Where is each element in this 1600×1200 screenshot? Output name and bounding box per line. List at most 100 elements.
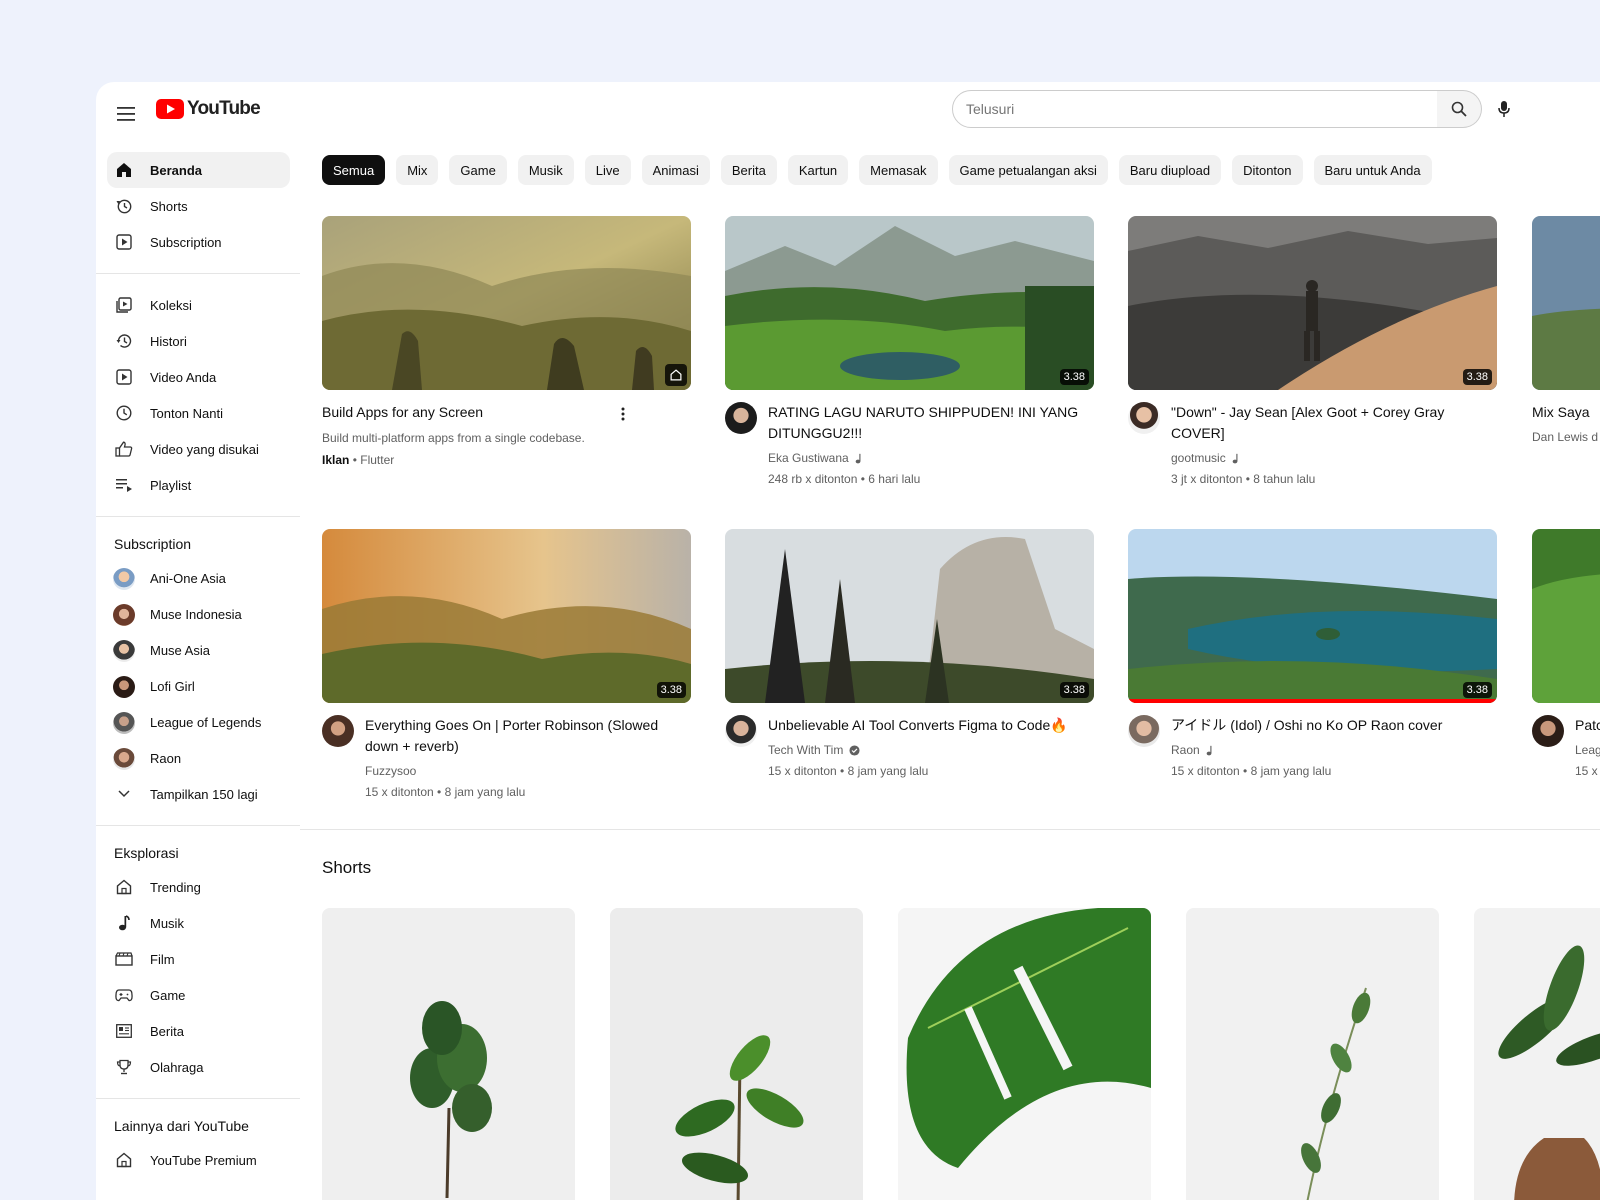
video-thumbnail[interactable] [1532, 216, 1600, 390]
sidebar-divider [96, 273, 300, 274]
video-thumbnail[interactable]: 3.38 [725, 216, 1094, 390]
more-options-icon[interactable] [613, 404, 633, 424]
youtube-logo[interactable]: YouTube [156, 98, 261, 120]
chip-berita[interactable]: Berita [720, 155, 777, 185]
video-title[interactable]: アイドル (Idol) / Oshi no Ko OP Raon cover [1171, 715, 1497, 736]
video-card: 3.38 RATING LAGU NARUTO SHIPPUDEN! INI Y… [725, 216, 1094, 486]
search-input[interactable] [966, 101, 1437, 117]
channel-name[interactable]: Leag [1575, 743, 1600, 757]
channel-avatar[interactable] [1128, 402, 1160, 434]
channel-name-row[interactable]: Raon [1171, 743, 1497, 757]
video-thumbnail[interactable] [322, 216, 691, 390]
sidebar-item-channel[interactable]: Lofi Girl [107, 668, 290, 704]
sidebar-item-subscription[interactable]: Subscription [107, 224, 290, 260]
sidebar-item-game[interactable]: Game [107, 977, 290, 1013]
ad-sponsor-line: Iklan • Flutter [322, 453, 395, 467]
channel-name: Raon [1171, 743, 1200, 757]
sidebar-item-playlist[interactable]: Playlist [107, 467, 290, 503]
channel-name-row[interactable]: Tech With Tim [768, 743, 1094, 757]
video-title[interactable]: Everything Goes On | Porter Robinson (Sl… [365, 715, 691, 757]
chip-animasi[interactable]: Animasi [641, 155, 710, 185]
short-card[interactable] [1474, 908, 1600, 1200]
sidebar-item-channel[interactable]: Muse Indonesia [107, 596, 290, 632]
chip-game[interactable]: Game [449, 155, 507, 185]
channel-avatar[interactable] [725, 715, 757, 747]
chip-mix[interactable]: Mix [396, 155, 439, 185]
avatar [113, 676, 135, 698]
video-card: 3.38 Unbelievable AI Tool Converts Figma… [725, 529, 1094, 778]
video-title[interactable]: Unbelievable AI Tool Converts Figma to C… [768, 715, 1094, 736]
sidebar-item-tonton-nanti[interactable]: Tonton Nanti [107, 395, 290, 431]
sidebar-item-beranda[interactable]: Beranda [107, 152, 290, 188]
channel-name[interactable]: Dan Lewis d [1532, 430, 1600, 444]
chip-musik[interactable]: Musik [517, 155, 574, 185]
sidebar-item-channel[interactable]: Raon [107, 740, 290, 776]
filter-chips-bar: Semua Mix Game Musik Live Animasi Berita… [322, 155, 1432, 185]
sidebar-divider [96, 516, 300, 517]
video-thumbnail[interactable]: 3.38 [1128, 529, 1497, 703]
library-icon [114, 295, 134, 315]
gamepad-icon [114, 985, 134, 1005]
subscription-section-title: Subscription [114, 536, 192, 552]
sidebar-item-koleksi[interactable]: Koleksi [107, 287, 290, 323]
search-button[interactable] [1437, 90, 1482, 128]
channel-name[interactable]: Fuzzysoo [365, 764, 691, 778]
short-card[interactable] [898, 908, 1151, 1200]
sidebar-item-shorts[interactable]: Shorts [107, 188, 290, 224]
sidebar-item-olahraga[interactable]: Olahraga [107, 1049, 290, 1085]
video-title[interactable]: Patc [1575, 715, 1600, 736]
voice-search-button[interactable] [1488, 93, 1520, 125]
video-title[interactable]: "Down" - Jay Sean [Alex Goot + Corey Gra… [1171, 402, 1497, 444]
trophy-icon [114, 1057, 134, 1077]
avatar [113, 568, 135, 590]
short-card[interactable] [322, 908, 575, 1200]
ad-home-icon [665, 364, 687, 386]
video-title[interactable]: Build Apps for any Screen [322, 402, 691, 423]
sidebar-item-label: YouTube Premium [150, 1152, 257, 1168]
chip-baru-untuk-anda[interactable]: Baru untuk Anda [1313, 155, 1432, 185]
sidebar-item-channel[interactable]: League of Legends [107, 704, 290, 740]
video-title[interactable]: Mix Saya [1532, 402, 1600, 423]
chip-memasak[interactable]: Memasak [859, 155, 938, 185]
video-thumbnail[interactable] [1532, 529, 1600, 703]
channel-name-row[interactable]: gootmusic [1171, 451, 1497, 465]
sidebar-item-histori[interactable]: Histori [107, 323, 290, 359]
sidebar-item-musik[interactable]: Musik [107, 905, 290, 941]
chip-baru-diupload[interactable]: Baru diupload [1118, 155, 1222, 185]
video-thumbnail[interactable]: 3.38 [322, 529, 691, 703]
chip-game-petualangan-aksi[interactable]: Game petualangan aksi [948, 155, 1108, 185]
ad-sponsor[interactable]: Flutter [360, 453, 394, 467]
sidebar-item-trending[interactable]: Trending [107, 869, 290, 905]
channel-avatar[interactable] [1128, 715, 1160, 747]
video-title[interactable]: RATING LAGU NARUTO SHIPPUDEN! INI YANG D… [768, 402, 1094, 444]
video-thumbnail[interactable]: 3.38 [725, 529, 1094, 703]
channel-avatar[interactable] [322, 715, 354, 747]
sidebar-item-label: Playlist [150, 477, 192, 493]
video-thumbnail[interactable]: 3.38 [1128, 216, 1497, 390]
video-stats: 248 rb x ditonton • 6 hari lalu [768, 472, 921, 486]
sidebar-item-label: Musik [150, 915, 184, 931]
chip-live[interactable]: Live [584, 155, 631, 185]
sidebar-item-channel[interactable]: Muse Asia [107, 632, 290, 668]
film-icon [114, 949, 134, 969]
sidebar-item-video-anda[interactable]: Video Anda [107, 359, 290, 395]
sidebar-item-channel[interactable]: Ani-One Asia [107, 560, 290, 596]
channel-name-row[interactable]: Eka Gustiwana [768, 451, 1094, 465]
channel-avatar[interactable] [725, 402, 757, 434]
search-field[interactable] [952, 90, 1438, 128]
show-more-button[interactable]: Tampilkan 150 lagi [107, 776, 290, 812]
chip-kartun[interactable]: Kartun [787, 155, 849, 185]
video-card: 3.38 Everything Goes On | Porter Robinso… [322, 529, 691, 799]
sidebar-item-youtube-premium[interactable]: YouTube Premium [107, 1142, 290, 1178]
short-card[interactable] [610, 908, 863, 1200]
channel-avatar[interactable] [1532, 715, 1564, 747]
chip-ditonton[interactable]: Ditonton [1232, 155, 1303, 185]
sidebar-item-berita[interactable]: Berita [107, 1013, 290, 1049]
chip-semua[interactable]: Semua [322, 155, 386, 185]
video-card-ad: Build Apps for any Screen Build multi-pl… [322, 216, 691, 467]
sidebar-item-video-disukai[interactable]: Video yang disukai [107, 431, 290, 467]
sidebar-item-film[interactable]: Film [107, 941, 290, 977]
short-card[interactable] [1186, 908, 1439, 1200]
video-duration: 3.38 [1059, 369, 1089, 385]
hamburger-menu-icon[interactable] [110, 98, 142, 130]
